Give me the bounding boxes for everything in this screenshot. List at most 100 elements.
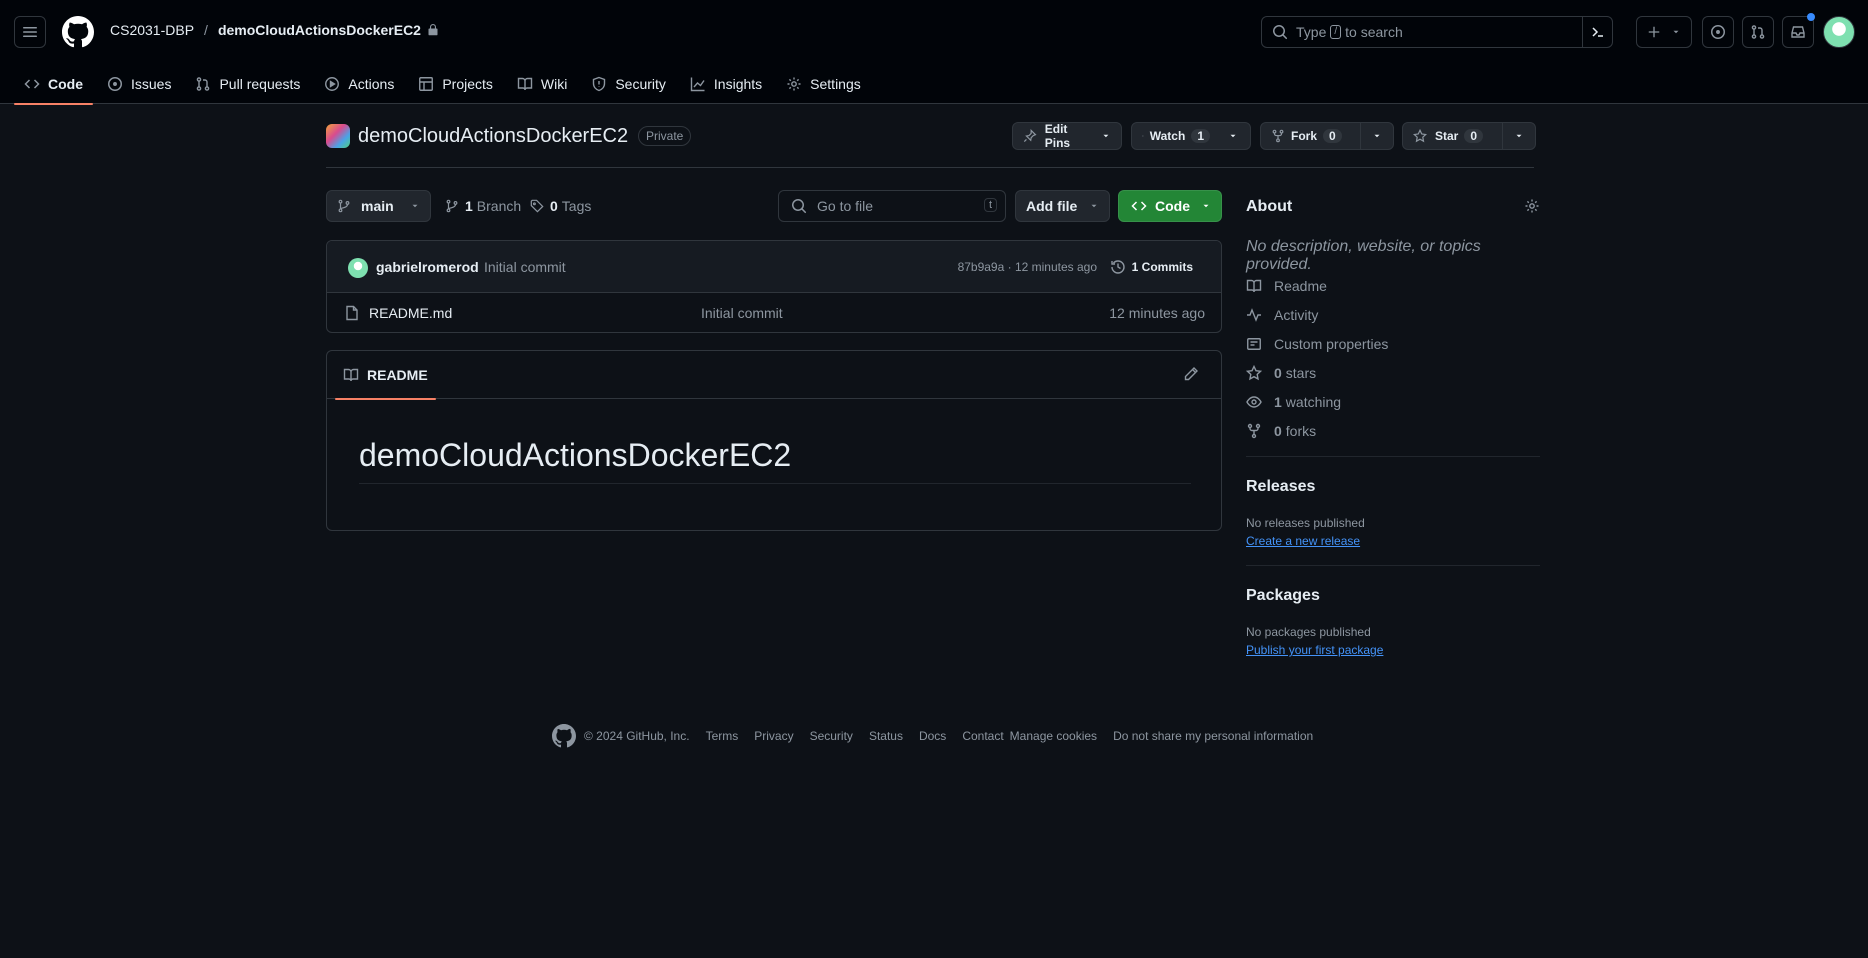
search-icon	[1273, 25, 1288, 40]
visibility-badge: Private	[638, 126, 692, 146]
watch-dropdown[interactable]	[1220, 123, 1246, 149]
star-dropdown[interactable]	[1502, 123, 1535, 149]
readme-tab[interactable]: README	[335, 351, 436, 400]
footer-link-contact[interactable]: Contact	[962, 729, 1003, 743]
commit-author-avatar[interactable]	[348, 258, 368, 278]
about-stars-link[interactable]: 0 stars	[1246, 365, 1316, 381]
about-custom-properties-link[interactable]: Custom properties	[1246, 336, 1388, 352]
github-logo-icon[interactable]	[62, 16, 94, 48]
table-row[interactable]: README.md Initial commit 12 minutes ago	[327, 293, 1221, 332]
history-icon	[1110, 260, 1125, 274]
create-new-button[interactable]	[1636, 16, 1692, 48]
tab-insights[interactable]: Insights	[680, 64, 772, 104]
about-activity-link[interactable]: Activity	[1246, 307, 1318, 323]
fork-button[interactable]: Fork 0	[1260, 122, 1394, 150]
tab-projects[interactable]: Projects	[408, 64, 503, 104]
breadcrumb: CS2031-DBP / demoCloudActionsDockerEC2	[110, 22, 439, 38]
commit-message[interactable]: Initial commit	[484, 259, 566, 275]
book-icon	[343, 368, 359, 382]
tag-count: 0	[550, 198, 558, 214]
readme-panel: README demoCloudActionsDockerEC2	[326, 350, 1222, 531]
about-forks-link[interactable]: 0 forks	[1246, 423, 1316, 439]
code-icon	[1131, 201, 1147, 211]
releases-empty-text: No releases published	[1246, 516, 1365, 530]
watch-button[interactable]: Watch 1	[1131, 122, 1251, 150]
fork-label: Fork	[1291, 129, 1318, 143]
menu-button[interactable]	[14, 16, 46, 48]
eye-icon	[1142, 135, 1144, 137]
pull-requests-shortcut-button[interactable]	[1742, 16, 1774, 48]
about-activity-label: Activity	[1274, 307, 1319, 323]
tags-link[interactable]: 0 Tags	[530, 198, 591, 214]
about-watching-link[interactable]: 1 watching	[1246, 394, 1341, 410]
chevron-down-icon	[1230, 134, 1236, 138]
commits-history-link[interactable]: 1 Commits	[1110, 259, 1193, 275]
tab-issues[interactable]: Issues	[97, 64, 181, 104]
tab-pull-requests[interactable]: Pull requests	[185, 64, 310, 104]
fork-count: 0	[1323, 129, 1342, 143]
code-icon	[24, 79, 40, 89]
issues-shortcut-button[interactable]	[1702, 16, 1734, 48]
footer-link-privacy[interactable]: Privacy	[754, 729, 793, 743]
fork-dropdown[interactable]	[1360, 123, 1393, 149]
gear-icon	[787, 77, 801, 91]
branches-link[interactable]: 1 Branch	[445, 198, 521, 214]
graph-icon	[690, 77, 705, 92]
tab-actions[interactable]: Actions	[314, 64, 404, 104]
file-commit-message[interactable]: Initial commit	[701, 305, 783, 321]
tab-pull-requests-label: Pull requests	[219, 76, 301, 92]
tag-count-label: Tags	[561, 198, 592, 214]
tab-settings[interactable]: Settings	[776, 64, 871, 104]
gear-icon[interactable]	[1524, 198, 1540, 214]
stars-label: stars	[1285, 365, 1317, 381]
go-to-file-input[interactable]: Go to file t	[778, 190, 1006, 222]
search-placeholder-suffix: to search	[1345, 24, 1403, 40]
pull-request-icon	[197, 77, 210, 91]
file-name[interactable]: README.md	[369, 305, 452, 321]
footer-link-docs[interactable]: Docs	[919, 729, 946, 743]
edit-pins-label: Edit Pins	[1044, 122, 1071, 150]
about-readme-link[interactable]: Readme	[1246, 278, 1327, 294]
publish-package-link[interactable]: Publish your first package	[1246, 643, 1383, 657]
about-readme-label: Readme	[1274, 278, 1327, 294]
create-release-link[interactable]: Create a new release	[1246, 534, 1360, 548]
branch-icon	[446, 199, 458, 213]
watch-count: 1	[1191, 129, 1210, 143]
tab-code[interactable]: Code	[14, 64, 93, 105]
repo-title[interactable]: demoCloudActionsDockerEC2	[358, 125, 628, 148]
breadcrumb-repo-link[interactable]: demoCloudActionsDockerEC2	[218, 22, 421, 38]
note-icon	[1247, 338, 1261, 350]
edit-pins-button[interactable]: Edit Pins	[1012, 122, 1122, 150]
readme-header: README	[327, 351, 1221, 400]
book-icon	[1246, 279, 1262, 293]
command-palette-button[interactable]	[1582, 17, 1612, 47]
code-download-button[interactable]: Code	[1118, 190, 1222, 222]
user-avatar[interactable]	[1823, 16, 1855, 48]
footer-link-do-not-share[interactable]: Do not share my personal information	[1113, 729, 1313, 743]
add-file-button[interactable]: Add file	[1015, 190, 1110, 222]
global-search-input[interactable]: Type / to search	[1261, 16, 1613, 48]
about-description: No description, website, or topics provi…	[1246, 238, 1481, 273]
releases-title[interactable]: Releases	[1246, 478, 1315, 496]
search-placeholder-prefix: Type	[1296, 24, 1327, 40]
github-logo-icon[interactable]	[552, 724, 576, 748]
packages-title[interactable]: Packages	[1246, 587, 1320, 605]
watch-label: Watch	[1149, 129, 1186, 143]
tab-code-label: Code	[48, 76, 83, 92]
breadcrumb-owner-link[interactable]: CS2031-DBP	[110, 22, 194, 38]
star-button[interactable]: Star 0	[1402, 122, 1536, 150]
commits-count: 1 Commits	[1131, 260, 1193, 274]
pencil-icon[interactable]	[1183, 366, 1199, 382]
footer-link-manage-cookies[interactable]: Manage cookies	[1010, 729, 1097, 743]
footer-link-security[interactable]: Security	[810, 729, 853, 743]
branch-selector-button[interactable]: main	[326, 190, 431, 222]
footer-link-status[interactable]: Status	[869, 729, 903, 743]
stars-count: 0	[1274, 365, 1282, 381]
latest-commit-row: gabrielromerod Initial commit 87b9a9a · …	[327, 241, 1221, 293]
commit-author[interactable]: gabrielromerod	[376, 259, 479, 275]
file-list: gabrielromerod Initial commit 87b9a9a · …	[326, 240, 1222, 333]
commit-hash-time[interactable]: 87b9a9a · 12 minutes ago	[958, 260, 1097, 274]
tab-wiki[interactable]: Wiki	[507, 64, 577, 104]
tab-security[interactable]: Security	[581, 64, 676, 104]
footer-link-terms[interactable]: Terms	[706, 729, 739, 743]
